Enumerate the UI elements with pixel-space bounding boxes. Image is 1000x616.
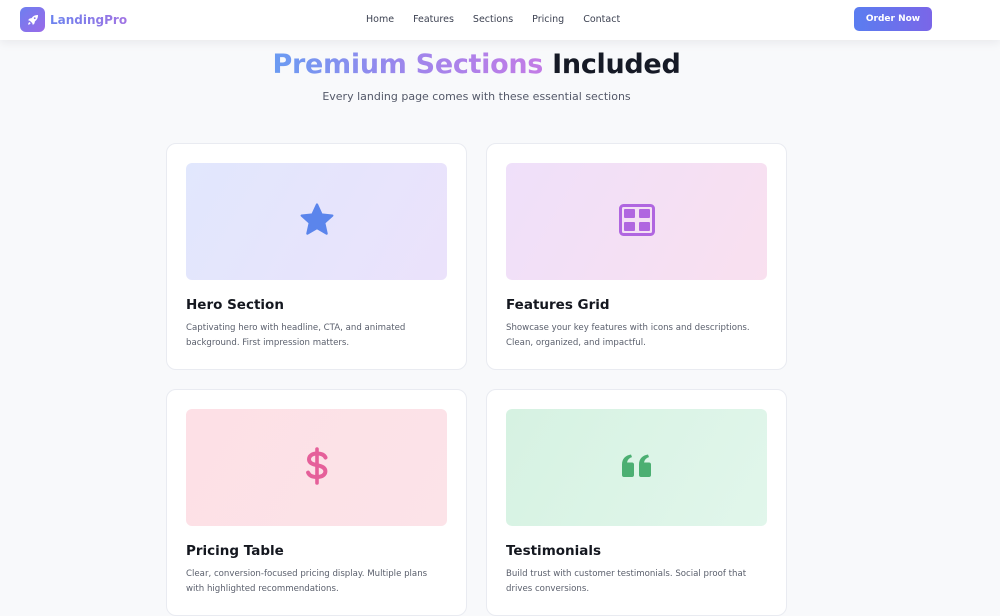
section-heading: Premium Sections Included	[0, 46, 953, 84]
card-description: Clear, conversion-focused pricing displa…	[186, 569, 428, 594]
nav-link-home[interactable]: Home	[366, 13, 394, 26]
main-nav: Home Features Sections Pricing Contact	[366, 13, 639, 26]
card-media	[186, 409, 447, 526]
card-media	[506, 409, 767, 526]
section-heading-rest: Included	[552, 49, 681, 80]
section-subtitle: Every landing page comes with these esse…	[322, 90, 631, 103]
card-hero-section: Hero Section Captivating hero with headl…	[166, 143, 467, 370]
card-description: Showcase your key features with icons an…	[506, 323, 750, 348]
card-title: Testimonials	[506, 543, 602, 559]
card-testimonials: Testimonials Build trust with customer t…	[486, 389, 787, 616]
brand-logo[interactable]: LandingPro	[20, 7, 127, 32]
card-title: Features Grid	[506, 297, 610, 313]
card-media	[506, 163, 767, 280]
card-media	[186, 163, 447, 280]
top-navbar: LandingPro Home Features Sections Pricin…	[0, 0, 1000, 40]
card-features-grid: Features Grid Showcase your key features…	[486, 143, 787, 370]
grid-icon	[618, 203, 655, 240]
section-heading-highlight: Premium Sections	[272, 49, 544, 80]
card-description: Build trust with customer testimonials. …	[506, 569, 747, 594]
rocket-icon	[20, 7, 45, 32]
dollar-icon	[304, 446, 330, 489]
star-icon	[297, 201, 337, 243]
order-now-button[interactable]: Order Now	[854, 7, 932, 31]
nav-link-pricing[interactable]: Pricing	[532, 13, 564, 26]
card-description: Captivating hero with headline, CTA, and…	[186, 323, 406, 348]
brand-name: LandingPro	[50, 12, 128, 27]
card-title: Pricing Table	[186, 543, 284, 559]
nav-link-features[interactable]: Features	[413, 13, 454, 26]
quote-icon	[620, 454, 654, 482]
nav-link-contact[interactable]: Contact	[583, 13, 620, 26]
nav-link-sections[interactable]: Sections	[473, 13, 513, 26]
card-title: Hero Section	[186, 297, 284, 313]
card-pricing-table: Pricing Table Clear, conversion-focused …	[166, 389, 467, 616]
